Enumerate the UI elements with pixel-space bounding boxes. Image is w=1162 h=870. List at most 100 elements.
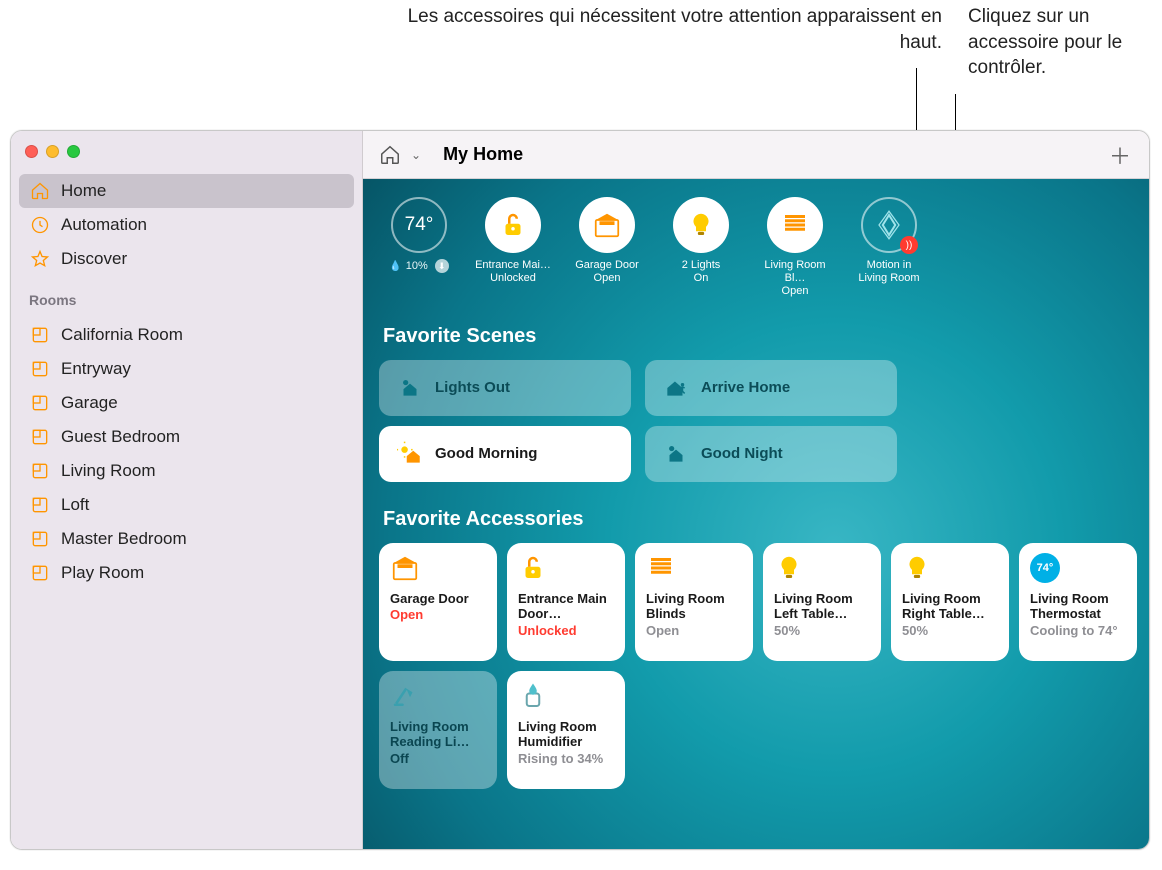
accessory-state: Open <box>390 607 486 622</box>
sidebar-room-item[interactable]: Loft <box>19 488 354 522</box>
room-icon <box>29 358 51 380</box>
add-button[interactable]: ＋ <box>1105 135 1135 175</box>
status-tile[interactable]: Living Room Bl…Open <box>755 197 835 299</box>
thermostat-icon: 74° <box>1030 553 1060 583</box>
sidebar-item-label: Loft <box>61 495 89 515</box>
status-tile[interactable]: Garage DoorOpen <box>567 197 647 285</box>
status-label: Motion inLiving Room <box>858 259 919 285</box>
alert-badge: )) <box>900 236 918 254</box>
accessory-state: Open <box>646 623 742 638</box>
accessory-state: Rising to 34% <box>518 751 614 766</box>
clock-icon <box>29 214 51 236</box>
annotation-callouts: Les accessoires qui nécessitent votre at… <box>388 4 1148 81</box>
page-title: My Home <box>443 144 523 165</box>
sidebar-item-label: Garage <box>61 393 118 413</box>
sidebar-item-automation[interactable]: Automation <box>19 208 354 242</box>
sidebar-rooms: California Room Entryway Garage Guest Bedro… <box>19 318 354 590</box>
status-tile[interactable]: 2 LightsOn <box>661 197 741 285</box>
accessory-tile[interactable]: Living Room Left Table… 50% <box>763 543 881 661</box>
humidifier-icon <box>518 681 548 711</box>
accessory-state: Cooling to 74° <box>1030 623 1126 638</box>
accessory-state: Unlocked <box>518 623 614 638</box>
sidebar-item-discover[interactable]: Discover <box>19 242 354 276</box>
garage-icon <box>390 553 420 583</box>
accessory-tile[interactable]: Entrance Main Door… Unlocked <box>507 543 625 661</box>
status-label: Living Room Bl…Open <box>755 259 835 299</box>
climate-temp: 74° <box>405 214 434 236</box>
bulb-icon <box>774 553 804 583</box>
accessory-name: Garage Door <box>390 591 486 607</box>
accessory-state: 50% <box>902 623 998 638</box>
close-button[interactable] <box>25 145 38 158</box>
scene-tile[interactable]: Good Morning <box>379 426 631 482</box>
sidebar-room-item[interactable]: Guest Bedroom <box>19 420 354 454</box>
accessory-tile[interactable]: Living Room Reading Li… Off <box>379 671 497 789</box>
scene-tile[interactable]: Lights Out <box>379 360 631 416</box>
sidebar-item-label: Living Room <box>61 461 156 481</box>
sidebar-item-label: Play Room <box>61 563 144 583</box>
sidebar-item-home[interactable]: Home <box>19 174 354 208</box>
blinds-icon <box>646 553 676 583</box>
accessory-name: Living Room Left Table… <box>774 591 870 622</box>
content-area: 74° 💧 10% ⬇ Entrance Mai…Unlocked Garage… <box>363 179 1149 849</box>
scene-label: Lights Out <box>435 379 510 396</box>
sidebar-room-item[interactable]: Garage <box>19 386 354 420</box>
main-pane: ⌄ My Home ＋ 74° 💧 10% ⬇ <box>363 131 1149 849</box>
sidebar-room-item[interactable]: Master Bedroom <box>19 522 354 556</box>
sidebar-item-label: Entryway <box>61 359 131 379</box>
accessory-name: Living Room Reading Li… <box>390 719 486 750</box>
room-icon <box>29 392 51 414</box>
moon-house-icon <box>397 375 423 401</box>
accessory-name: Entrance Main Door… <box>518 591 614 622</box>
lamp-icon <box>390 681 420 711</box>
accessory-tile[interactable]: Living Room Right Table… 50% <box>891 543 1009 661</box>
scene-label: Good Night <box>701 445 783 462</box>
zoom-button[interactable] <box>67 145 80 158</box>
sun-house-icon <box>397 441 423 467</box>
accessory-tile[interactable]: Living Room Humidifier Rising to 34% <box>507 671 625 789</box>
room-icon <box>29 426 51 448</box>
accessory-name: Living Room Blinds <box>646 591 742 622</box>
status-tile[interactable]: Entrance Mai…Unlocked <box>473 197 553 285</box>
sidebar-room-item[interactable]: Living Room <box>19 454 354 488</box>
callout-control: Cliquez sur un accessoire pour le contrô… <box>968 4 1148 81</box>
room-icon <box>29 324 51 346</box>
home-menu-button[interactable] <box>377 142 403 168</box>
moon-house-icon <box>663 441 689 467</box>
sidebar-item-label: Discover <box>61 249 127 269</box>
accessories-grid: Garage Door Open Entrance Main Door… Unl… <box>379 543 1133 789</box>
window-controls <box>11 131 362 168</box>
down-arrow-icon: ⬇ <box>435 259 449 273</box>
sidebar-room-item[interactable]: Entryway <box>19 352 354 386</box>
room-icon <box>29 494 51 516</box>
sidebar-item-label: Home <box>61 181 106 201</box>
climate-status[interactable]: 74° 💧 10% ⬇ <box>379 197 459 273</box>
status-label: 2 LightsOn <box>682 259 721 285</box>
minimize-button[interactable] <box>46 145 59 158</box>
accessory-state: 50% <box>774 623 870 638</box>
chevron-down-icon[interactable]: ⌄ <box>411 148 421 162</box>
scene-tile[interactable]: Arrive Home <box>645 360 897 416</box>
accessories-heading: Favorite Accessories <box>383 508 1133 531</box>
accessory-name: Living Room Thermostat <box>1030 591 1126 622</box>
status-tile[interactable]: )) Motion inLiving Room <box>849 197 929 285</box>
accessory-name: Living Room Right Table… <box>902 591 998 622</box>
lock-open-icon <box>518 553 548 583</box>
sidebar-room-item[interactable]: California Room <box>19 318 354 352</box>
status-label: Garage DoorOpen <box>575 259 639 285</box>
sidebar-room-item[interactable]: Play Room <box>19 556 354 590</box>
sidebar: Home Automation Discover Rooms Californi… <box>11 131 363 849</box>
scene-label: Good Morning <box>435 445 537 462</box>
accessory-tile[interactable]: 74° Living Room Thermostat Cooling to 74… <box>1019 543 1137 661</box>
room-icon <box>29 528 51 550</box>
scene-tile[interactable]: Good Night <box>645 426 897 482</box>
accessory-tile[interactable]: Garage Door Open <box>379 543 497 661</box>
climate-humidity: 10% <box>406 260 428 272</box>
bulb-icon <box>902 553 932 583</box>
accessory-tile[interactable]: Living Room Blinds Open <box>635 543 753 661</box>
scenes-heading: Favorite Scenes <box>383 325 1133 348</box>
room-icon <box>29 562 51 584</box>
status-row: 74° 💧 10% ⬇ Entrance Mai…Unlocked Garage… <box>379 197 1133 299</box>
sidebar-section-rooms: Rooms <box>11 276 362 312</box>
callout-attention: Les accessoires qui nécessitent votre at… <box>388 4 968 81</box>
